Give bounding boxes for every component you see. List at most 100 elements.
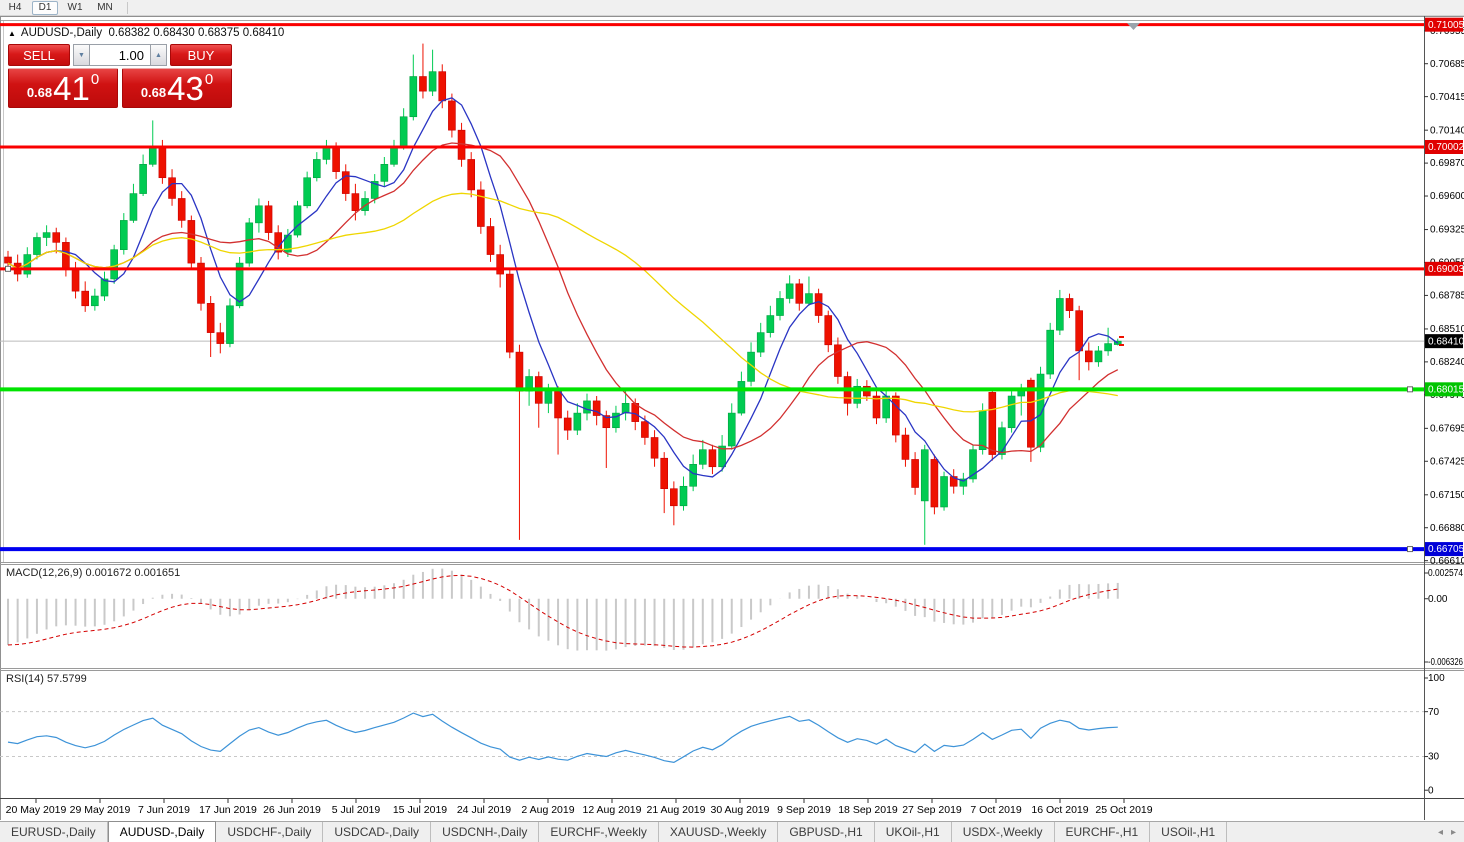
timeframe-h4[interactable]: H4 bbox=[2, 1, 28, 15]
timeframe-mn[interactable]: MN bbox=[92, 1, 118, 15]
candle-body bbox=[468, 159, 475, 189]
candle-body bbox=[834, 345, 841, 377]
candle-body bbox=[777, 298, 784, 315]
chart-canvas[interactable]: 0.709550.706850.704150.701400.698700.696… bbox=[0, 16, 1464, 822]
candle-body bbox=[738, 381, 745, 413]
buy-button[interactable]: BUY bbox=[170, 44, 232, 66]
price-tick-label: 0.68785 bbox=[1430, 291, 1464, 302]
candle-body bbox=[207, 303, 214, 332]
tab-eurusd-daily[interactable]: EURUSD-,Daily bbox=[0, 822, 108, 842]
rsi-tick-label: 30 bbox=[1428, 752, 1440, 763]
candle-body bbox=[709, 450, 716, 467]
price-badge-0.66705: 0.66705 bbox=[1425, 542, 1464, 556]
candle-body bbox=[130, 194, 137, 221]
price-badge-0.68015: 0.68015 bbox=[1425, 382, 1464, 396]
price-tick-label: 0.69325 bbox=[1430, 225, 1464, 236]
date-label: 20 May 2019 bbox=[6, 804, 67, 816]
price-tick-label: 0.66880 bbox=[1430, 523, 1464, 534]
tab-ukoil-h1[interactable]: UKOil-,H1 bbox=[875, 822, 952, 842]
collapse-panel-icon[interactable]: ▲ bbox=[8, 29, 16, 38]
hline-handle[interactable] bbox=[6, 266, 11, 271]
svg-text:0.71005: 0.71005 bbox=[1428, 20, 1464, 31]
candle-body bbox=[217, 333, 224, 344]
tabs-scroll-right-icon[interactable]: ▸ bbox=[1451, 827, 1456, 838]
rsi-indicator-label: RSI(14) 57.5799 bbox=[6, 673, 87, 685]
rsi-tick-label: 100 bbox=[1428, 673, 1445, 684]
sell-price-pip: 0 bbox=[91, 71, 99, 88]
macd-indicator-label: MACD(12,26,9) 0.001672 0.001651 bbox=[6, 567, 180, 579]
candle-body bbox=[62, 242, 69, 269]
tab-audusd-daily[interactable]: AUDUSD-,Daily bbox=[108, 821, 217, 842]
timeframe-w1[interactable]: W1 bbox=[62, 1, 88, 15]
candle-body bbox=[1085, 351, 1092, 362]
buy-price-display[interactable]: 0.68 43 0 bbox=[122, 68, 232, 108]
hline-handle[interactable] bbox=[1408, 387, 1413, 392]
price-tick-label: 0.67425 bbox=[1430, 456, 1464, 467]
volume-decrease-button[interactable]: ▼ bbox=[73, 44, 90, 66]
date-label: 30 Aug 2019 bbox=[711, 804, 770, 816]
date-label: 27 Sep 2019 bbox=[902, 804, 962, 816]
hline-handle[interactable] bbox=[1408, 547, 1413, 552]
price-tick-label: 0.66610 bbox=[1430, 556, 1464, 567]
price-badge-0.70002: 0.70002 bbox=[1425, 140, 1464, 154]
candle-body bbox=[757, 333, 764, 353]
buy-price-prefix: 0.68 bbox=[141, 85, 166, 100]
candle-body bbox=[82, 291, 89, 306]
tab-usdcnh-daily[interactable]: USDCNH-,Daily bbox=[431, 822, 539, 842]
tab-eurchf-h1[interactable]: EURCHF-,H1 bbox=[1055, 822, 1151, 842]
sell-price-prefix: 0.68 bbox=[27, 85, 52, 100]
candle-body bbox=[352, 194, 359, 211]
tab-usdx-weekly[interactable]: USDX-,Weekly bbox=[952, 822, 1055, 842]
rsi-plot-area[interactable] bbox=[0, 672, 1424, 797]
candle-body bbox=[43, 233, 50, 238]
candle-body bbox=[767, 316, 774, 333]
candle-body bbox=[506, 274, 513, 352]
tab-usdcad-daily[interactable]: USDCAD-,Daily bbox=[323, 822, 431, 842]
candle-body bbox=[670, 489, 677, 506]
date-label: 24 Jul 2019 bbox=[457, 804, 511, 816]
candle-body bbox=[1056, 298, 1063, 330]
candle-body bbox=[255, 206, 262, 223]
toolbar-separator bbox=[127, 2, 128, 14]
date-label: 25 Oct 2019 bbox=[1095, 804, 1152, 816]
candle-body bbox=[487, 227, 494, 255]
tab-eurchf-weekly[interactable]: EURCHF-,Weekly bbox=[539, 822, 658, 842]
tab-usdchf-daily[interactable]: USDCHF-,Daily bbox=[216, 822, 323, 842]
candle-body bbox=[641, 422, 648, 438]
candle-body bbox=[728, 413, 735, 446]
price-tick-label: 0.69600 bbox=[1430, 191, 1464, 202]
price-badge-0.71005: 0.71005 bbox=[1425, 18, 1464, 32]
candle-body bbox=[53, 233, 60, 243]
svg-text:0.69003: 0.69003 bbox=[1428, 264, 1464, 275]
candle-body bbox=[313, 159, 320, 177]
timeframe-d1[interactable]: D1 bbox=[32, 1, 58, 15]
candle-body bbox=[622, 403, 629, 413]
tab-usoil-h1[interactable]: USOil-,H1 bbox=[1150, 822, 1227, 842]
volume-input[interactable] bbox=[90, 44, 150, 66]
candle-body bbox=[912, 459, 919, 487]
chart-title-bar: ▲ AUDUSD-,Daily 0.68382 0.68430 0.68375 … bbox=[8, 27, 284, 39]
date-label: 9 Sep 2019 bbox=[777, 804, 831, 816]
candle-body bbox=[786, 284, 793, 299]
sell-button[interactable]: SELL bbox=[8, 44, 70, 66]
price-tick-label: 0.68240 bbox=[1430, 357, 1464, 368]
tab-xauusd-weekly[interactable]: XAUUSD-,Weekly bbox=[659, 822, 778, 842]
tab-gbpusd-h1[interactable]: GBPUSD-,H1 bbox=[778, 822, 874, 842]
sell-price-display[interactable]: 0.68 41 0 bbox=[8, 68, 118, 108]
volume-increase-button[interactable]: ▲ bbox=[150, 44, 167, 66]
candle-body bbox=[1047, 330, 1054, 374]
candle-body bbox=[294, 206, 301, 235]
candle-body bbox=[989, 392, 996, 454]
candle-body bbox=[410, 77, 417, 117]
macd-tick-label: 0.002574 bbox=[1428, 568, 1463, 579]
rsi-tick-label: 70 bbox=[1428, 707, 1440, 718]
candle-body bbox=[796, 284, 803, 304]
candle-body bbox=[400, 117, 407, 147]
candle-body bbox=[342, 172, 349, 194]
candle-body bbox=[1008, 396, 1015, 428]
rsi-tick-label: 0 bbox=[1428, 785, 1434, 796]
candle-body bbox=[931, 459, 938, 507]
svg-text:0.68410: 0.68410 bbox=[1428, 336, 1464, 347]
tabs-scroll-left-icon[interactable]: ◂ bbox=[1438, 827, 1443, 838]
candle-body bbox=[921, 450, 928, 501]
